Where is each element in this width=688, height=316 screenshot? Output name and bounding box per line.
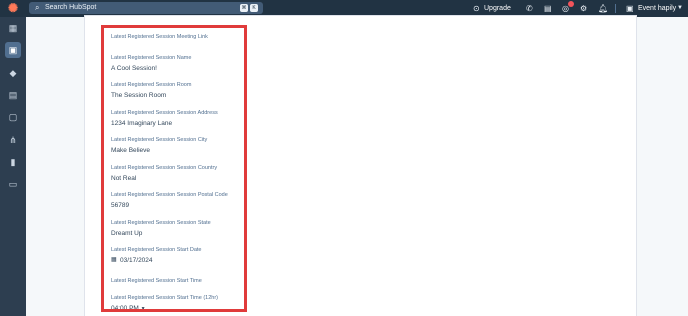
reports-icon[interactable]: ▮	[5, 154, 21, 170]
marketplace-icon[interactable]: ▤	[544, 3, 552, 14]
chevron-down-icon[interactable]: ▼	[677, 3, 683, 14]
calendar-icon[interactable]: ▤	[5, 87, 21, 103]
search-input[interactable]: Search HubSpot	[45, 2, 96, 14]
notifications-icon[interactable]: 🔔︎	[598, 3, 608, 14]
hubspot-logo-icon[interactable]: ✺	[8, 2, 21, 15]
search-icon: ⌕	[35, 3, 40, 12]
highlight-box	[101, 25, 247, 312]
left-sidebar: ▦ ▣ ◆ ▤ ▢ ⋔ ▮ ▭	[0, 17, 26, 316]
phone-icon[interactable]: ✆	[526, 3, 533, 14]
upgrade-button[interactable]: Upgrade	[484, 3, 511, 14]
topbar-divider	[615, 4, 616, 13]
grid-icon[interactable]: ▦	[5, 20, 21, 36]
marketing-icon[interactable]: ◆	[5, 65, 21, 81]
automation-icon[interactable]: ⋔	[5, 132, 21, 148]
upgrade-icon[interactable]: ⊙	[473, 3, 480, 14]
settings-icon[interactable]: ⚙	[580, 3, 587, 14]
shortcut-key-cmd: ⌘	[240, 4, 248, 12]
folder-icon[interactable]: ▭	[5, 176, 21, 192]
notification-badge	[568, 1, 574, 7]
service-icon[interactable]: ▢	[5, 109, 21, 125]
account-icon[interactable]: ▣	[626, 3, 634, 14]
account-name[interactable]: Event hapily	[638, 3, 676, 14]
search-bar[interactable]: ⌕ Search HubSpot ⌘ K	[29, 2, 263, 14]
shortcut-key-k: K	[250, 4, 258, 12]
contacts-icon[interactable]: ▣	[5, 42, 21, 58]
